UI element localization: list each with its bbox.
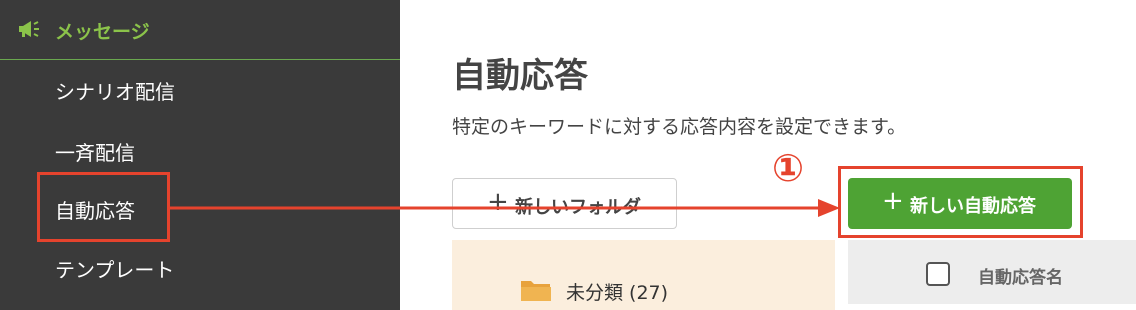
table-header: 自動応答名 [848,240,1136,304]
sidebar-item-broadcast[interactable]: 一斉配信 [55,137,135,166]
folder-item-uncategorized[interactable]: 未分類 (27) [566,278,668,305]
sidebar-section-label: メッセージ [55,21,150,43]
megaphone-icon [19,21,39,37]
annotation-arrow [170,199,840,217]
sidebar-section-message[interactable]: メッセージ [0,0,400,60]
sidebar-item-scenario[interactable]: シナリオ配信 [55,76,175,105]
step-marker: ① [772,146,805,190]
new-autoreply-label: 新しい自動応答 [910,196,1036,217]
autoreply-highlight-box [37,172,170,242]
column-header-name[interactable]: 自動応答名 [978,263,1063,288]
page-description: 特定のキーワードに対する応答内容を設定できます。 [452,116,907,138]
sidebar: メッセージ シナリオ配信 一斉配信 自動応答 テンプレート [0,0,400,310]
plus-icon: + [882,186,904,216]
folder-list: 未分類 (27) [452,240,835,310]
folder-icon [521,281,551,301]
page-title: 自動応答 [452,56,588,96]
new-autoreply-button[interactable]: + 新しい自動応答 [848,178,1072,229]
select-all-checkbox[interactable] [926,262,950,286]
sidebar-item-template[interactable]: テンプレート [55,254,174,283]
